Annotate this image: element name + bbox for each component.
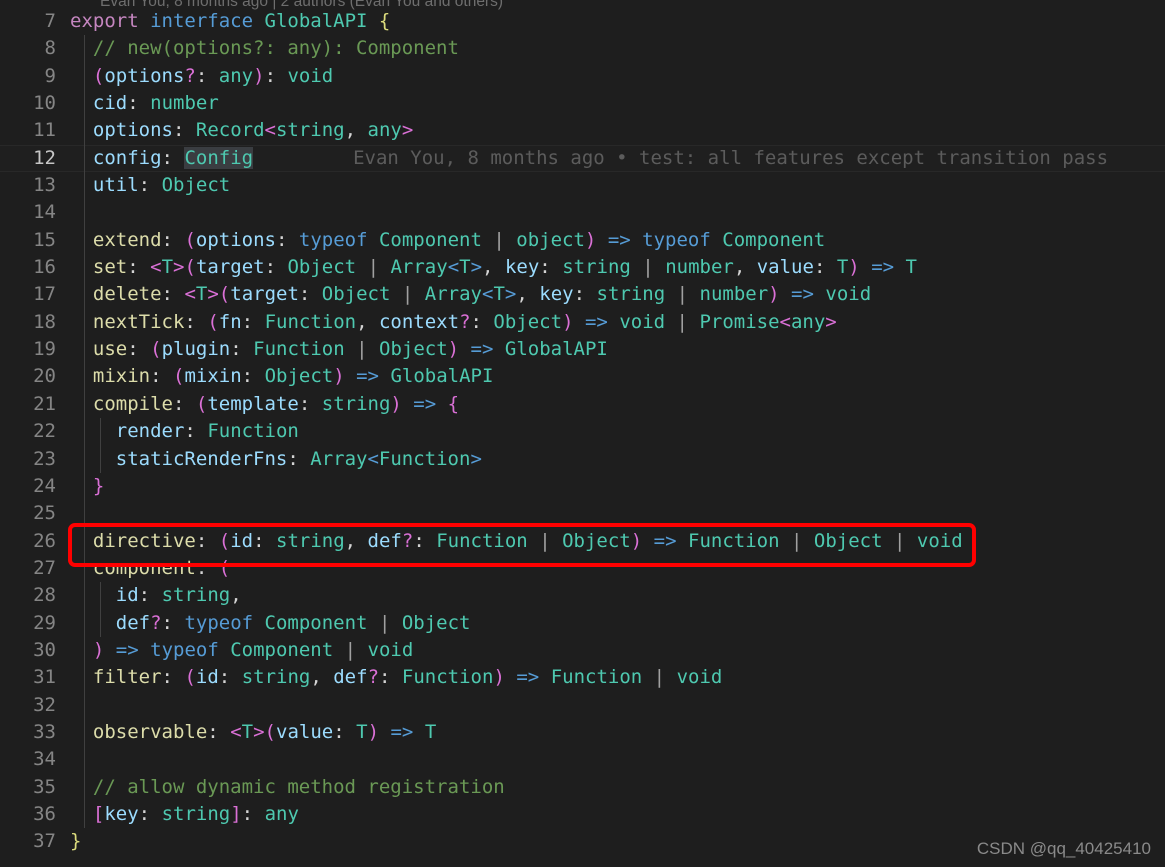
line-number: 20	[33, 365, 56, 388]
code-line-34[interactable]: 34	[0, 746, 1165, 774]
line-number: 16	[33, 256, 56, 279]
code-line-8[interactable]: 8 // new(options?: any): Component	[0, 35, 1165, 63]
line-number: 7	[44, 10, 56, 32]
line-content: delete: <T>(target: Object | Array<T>, k…	[92, 283, 872, 306]
code-lines: 7 export interface GlobalAPI { 8 // new(…	[0, 8, 1165, 856]
line-number: 10	[33, 92, 56, 115]
line-number: 15	[33, 228, 56, 251]
line-number: 24	[33, 474, 56, 497]
line-number: 14	[33, 201, 56, 224]
line-content: observable: <T>(value: T) => T	[92, 720, 437, 743]
line-number: 34	[33, 748, 56, 771]
line-number: 17	[33, 283, 56, 306]
code-line-13[interactable]: 13 util: Object	[0, 172, 1165, 200]
code-line-16[interactable]: 16 set: <T>(target: Object | Array<T>, k…	[0, 254, 1165, 282]
code-line-30[interactable]: 30 ) => typeof Component | void	[0, 636, 1165, 665]
code-line-24[interactable]: 24 }	[0, 472, 1165, 501]
code-line-10[interactable]: 10 cid: number	[0, 90, 1165, 118]
code-line-21[interactable]: 21 compile: (template: string) => {	[0, 390, 1165, 419]
line-number: 11	[33, 119, 56, 142]
indent-guide	[84, 199, 85, 227]
line-content: ) => typeof Component | void	[92, 638, 414, 661]
line-content: cid: number	[92, 92, 219, 115]
code-line-29[interactable]: 29 def?: typeof Component | Object	[0, 609, 1165, 637]
code-line-7[interactable]: 7 export interface GlobalAPI {	[0, 8, 1165, 35]
inline-blame-annotation: Evan You, 8 months ago • test: all featu…	[353, 146, 1109, 169]
line-number: 28	[33, 584, 56, 607]
line-content: def?: typeof Component | Object	[115, 611, 471, 634]
line-content: // new(options?: any): Component	[92, 37, 459, 60]
indent-guide	[84, 746, 85, 774]
code-line-22[interactable]: 22 render: Function	[0, 418, 1165, 446]
line-content: export interface GlobalAPI {	[70, 10, 391, 32]
line-number: 8	[44, 37, 56, 60]
line-number: 12	[33, 146, 56, 169]
line-content: util: Object	[92, 174, 231, 197]
line-number: 33	[33, 720, 56, 743]
code-line-26[interactable]: 26 directive: (id: string, def?: Functio…	[0, 527, 1165, 555]
code-line-33[interactable]: 33 observable: <T>(value: T) => T	[0, 718, 1165, 747]
csdn-watermark: CSDN @qq_40425410	[976, 839, 1151, 858]
line-number: 29	[33, 611, 56, 634]
line-content: mixin: (mixin: Object) => GlobalAPI	[92, 365, 494, 388]
code-line-15[interactable]: 15 extend: (options: typeof Component | …	[0, 226, 1165, 255]
line-number: 19	[33, 338, 56, 361]
line-number: 21	[33, 392, 56, 415]
code-editor: Evan You, 8 months ago | 2 authors (Evan…	[0, 0, 1165, 867]
line-content: options: Record<string, any>	[92, 119, 414, 142]
line-content: config: Config Evan You, 8 months ago • t…	[92, 146, 1109, 169]
code-line-28[interactable]: 28 id: string,	[0, 582, 1165, 610]
line-number: 22	[33, 420, 56, 443]
line-content: }	[70, 830, 82, 853]
code-line-31[interactable]: 31 filter: (id: string, def?: Function) …	[0, 664, 1165, 692]
line-content: }	[92, 474, 105, 497]
code-line-14[interactable]: 14	[0, 199, 1165, 227]
line-content: filter: (id: string, def?: Function) => …	[92, 666, 723, 689]
code-line-32[interactable]: 32	[0, 691, 1165, 719]
line-number: 32	[33, 693, 56, 716]
line-content: // allow dynamic method registration	[92, 775, 505, 798]
code-line-18[interactable]: 18 nextTick: (fn: Function, context?: Ob…	[0, 308, 1165, 337]
line-number: 26	[33, 529, 56, 552]
code-line-23[interactable]: 23 staticRenderFns: Array<Function>	[0, 445, 1165, 473]
line-content: compile: (template: string) => {	[92, 392, 460, 415]
line-number: 13	[33, 174, 56, 197]
line-number: 27	[33, 556, 56, 579]
code-line-25[interactable]: 25	[0, 500, 1165, 528]
line-number: 37	[33, 830, 56, 853]
indent-guide	[84, 691, 85, 719]
code-line-12[interactable]: 12 config: Config Evan You, 8 months ago …	[0, 144, 1165, 173]
code-line-36[interactable]: 36 [key: string]: any	[0, 800, 1165, 829]
line-content: id: string,	[115, 584, 242, 607]
line-number: 31	[33, 666, 56, 689]
line-content: extend: (options: typeof Component | obj…	[92, 228, 826, 251]
line-number: 23	[33, 447, 56, 470]
line-content: (options?: any): void	[92, 64, 334, 87]
code-line-35[interactable]: 35 // allow dynamic method registration	[0, 773, 1165, 801]
code-line-9[interactable]: 9 (options?: any): void	[0, 62, 1165, 91]
line-content: render: Function	[115, 420, 299, 443]
code-line-11[interactable]: 11 options: Record<string, any>	[0, 117, 1165, 145]
line-number: 25	[33, 502, 56, 525]
indent-guide	[84, 500, 85, 528]
line-content: staticRenderFns: Array<Function>	[115, 447, 482, 470]
line-number: 30	[33, 638, 56, 661]
code-line-20[interactable]: 20 mixin: (mixin: Object) => GlobalAPI	[0, 363, 1165, 391]
line-number: 35	[33, 775, 56, 798]
code-line-27[interactable]: 27 component: (	[0, 554, 1165, 583]
line-content: use: (plugin: Function | Object) => Glob…	[92, 338, 608, 361]
code-line-17[interactable]: 17 delete: <T>(target: Object | Array<T>…	[0, 281, 1165, 309]
line-content: directive: (id: string, def?: Function |…	[92, 529, 963, 552]
code-line-19[interactable]: 19 use: (plugin: Function | Object) => G…	[0, 336, 1165, 364]
line-content: [key: string]: any	[92, 802, 299, 825]
line-content: nextTick: (fn: Function, context?: Objec…	[92, 310, 837, 333]
line-number: 9	[44, 64, 56, 87]
line-number: 18	[33, 310, 56, 333]
line-content: set: <T>(target: Object | Array<T>, key:…	[92, 256, 917, 279]
line-content: component: (	[92, 556, 231, 579]
line-number: 36	[33, 802, 56, 825]
